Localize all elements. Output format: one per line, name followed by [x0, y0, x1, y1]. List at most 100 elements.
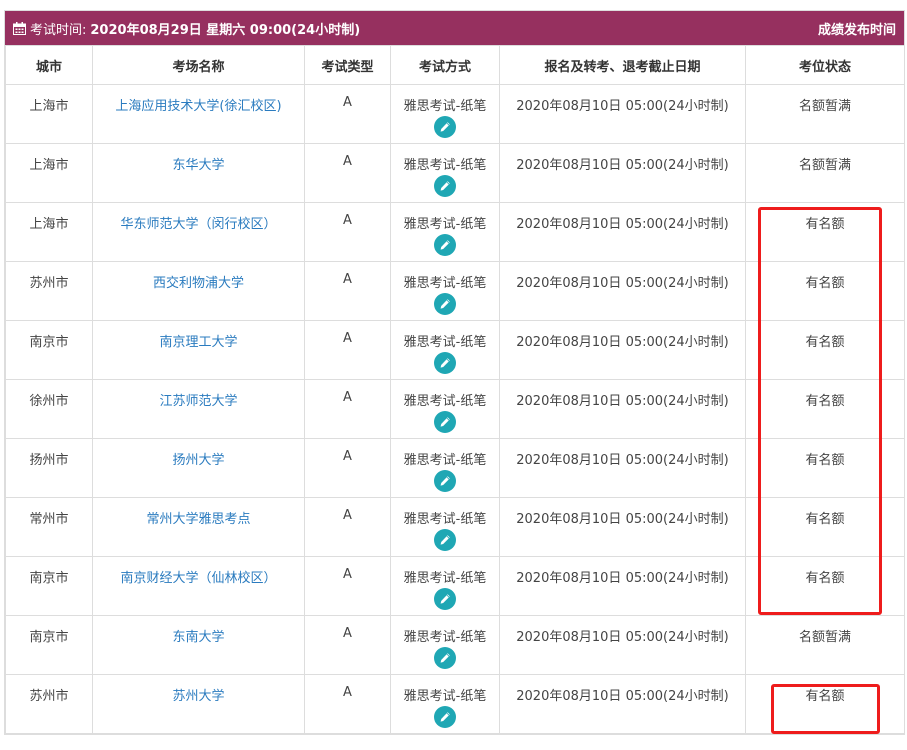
- cell-city: 上海市: [5, 143, 93, 203]
- column-header-mode: 考试方式: [390, 45, 500, 85]
- venue-link[interactable]: 扬州大学: [92, 438, 305, 498]
- mode-label: 雅思考试-纸笔: [403, 217, 487, 232]
- pencil-icon[interactable]: [434, 529, 456, 551]
- cell-deadline: 2020年08月10日 05:00(24小时制): [499, 320, 746, 380]
- venue-link[interactable]: 西交利物浦大学: [92, 261, 305, 321]
- cell-mode: 雅思考试-纸笔: [390, 615, 500, 675]
- cell-type: A: [304, 438, 391, 498]
- mode-label: 雅思考试-纸笔: [403, 571, 487, 586]
- table-row: 徐州市 江苏师范大学 A 雅思考试-纸笔 2020年08月10日 05:00(24小时制…: [5, 379, 905, 439]
- cell-type: A: [304, 615, 391, 675]
- pencil-icon[interactable]: [434, 411, 456, 433]
- venue-link[interactable]: 苏州大学: [92, 674, 305, 734]
- cell-city: 南京市: [5, 556, 93, 616]
- cell-mode: 雅思考试-纸笔: [390, 143, 500, 203]
- cell-city: 南京市: [5, 320, 93, 380]
- cell-deadline: 2020年08月10日 05:00(24小时制): [499, 438, 746, 498]
- cell-city: 苏州市: [5, 674, 93, 734]
- venue-link[interactable]: 华东师范大学（闵行校区）: [92, 202, 305, 262]
- cell-city: 南京市: [5, 615, 93, 675]
- table-row: 上海市 华东师范大学（闵行校区） A 雅思考试-纸笔 2020年08月10日 05:00…: [5, 202, 905, 262]
- cell-city: 苏州市: [5, 261, 93, 321]
- cell-deadline: 2020年08月10日 05:00(24小时制): [499, 379, 746, 439]
- venue-link[interactable]: 东华大学: [92, 143, 305, 203]
- table-row: 苏州市 西交利物浦大学 A 雅思考试-纸笔 2020年08月10日 05:00(24小时…: [5, 261, 905, 321]
- cell-mode: 雅思考试-纸笔: [390, 202, 500, 262]
- cell-type: A: [304, 84, 391, 144]
- mode-label: 雅思考试-纸笔: [403, 394, 487, 409]
- cell-city: 上海市: [5, 84, 93, 144]
- cell-type: A: [304, 320, 391, 380]
- cell-type: A: [304, 143, 391, 203]
- cell-mode: 雅思考试-纸笔: [390, 438, 500, 498]
- pencil-icon[interactable]: [434, 352, 456, 374]
- pencil-icon[interactable]: [434, 470, 456, 492]
- pencil-icon[interactable]: [434, 175, 456, 197]
- cell-mode: 雅思考试-纸笔: [390, 84, 500, 144]
- pencil-icon[interactable]: [434, 234, 456, 256]
- mode-label: 雅思考试-纸笔: [403, 335, 487, 350]
- column-header-status: 考位状态: [745, 45, 905, 85]
- mode-label: 雅思考试-纸笔: [403, 99, 487, 114]
- score-release-link[interactable]: 成绩发布时间: [818, 19, 896, 38]
- cell-status: 有名额: [745, 261, 905, 321]
- column-header-deadline: 报名及转考、退考截止日期: [499, 45, 746, 85]
- cell-deadline: 2020年08月10日 05:00(24小时制): [499, 143, 746, 203]
- cell-deadline: 2020年08月10日 05:00(24小时制): [499, 556, 746, 616]
- exam-venues-table: 城市 考场名称 考试类型 考试方式 报名及转考、退考截止日期 考位状态 上海市上…: [5, 45, 905, 734]
- cell-mode: 雅思考试-纸笔: [390, 497, 500, 557]
- venue-link[interactable]: 江苏师范大学: [92, 379, 305, 439]
- cell-deadline: 2020年08月10日 05:00(24小时制): [499, 497, 746, 557]
- cell-city: 上海市: [5, 202, 93, 262]
- pencil-icon[interactable]: [434, 116, 456, 138]
- cell-city: 常州市: [5, 497, 93, 557]
- mode-label: 雅思考试-纸笔: [403, 630, 487, 645]
- pencil-icon[interactable]: [434, 588, 456, 610]
- exam-datetime: 2020年08月29日 星期六 09:00(24小时制): [90, 22, 361, 38]
- cell-status: 有名额: [745, 497, 905, 557]
- pencil-icon[interactable]: [434, 647, 456, 669]
- cell-status: 名额暂满: [745, 84, 905, 144]
- pencil-icon[interactable]: [434, 706, 456, 728]
- cell-status: 有名额: [745, 320, 905, 380]
- cell-deadline: 2020年08月10日 05:00(24小时制): [499, 261, 746, 321]
- venue-link[interactable]: 南京理工大学: [92, 320, 305, 380]
- table-row: 南京市 南京财经大学（仙林校区） A 雅思考试-纸笔 2020年08月10日 05:00…: [5, 556, 905, 616]
- pencil-icon[interactable]: [434, 293, 456, 315]
- calendar-icon: [13, 21, 26, 35]
- venue-link[interactable]: 南京财经大学（仙林校区）: [92, 556, 305, 616]
- table-row: 上海市 东华大学 A 雅思考试-纸笔 2020年08月10日 05:00(24小时制) 名…: [5, 143, 905, 203]
- table-row: 南京市 东南大学 A 雅思考试-纸笔 2020年08月10日 05:00(24小时制) 名…: [5, 615, 905, 675]
- venue-link[interactable]: 常州大学雅思考点: [92, 497, 305, 557]
- cell-deadline: 2020年08月10日 05:00(24小时制): [499, 202, 746, 262]
- exam-time-label: 考试时间:: [30, 22, 87, 38]
- cell-type: A: [304, 674, 391, 734]
- column-header-type: 考试类型: [304, 45, 391, 85]
- column-header-venue: 考场名称: [92, 45, 305, 85]
- cell-status: 有名额: [745, 674, 905, 734]
- cell-status: 名额暂满: [745, 615, 905, 675]
- mode-label: 雅思考试-纸笔: [403, 453, 487, 468]
- cell-status: 有名额: [745, 379, 905, 439]
- cell-deadline: 2020年08月10日 05:00(24小时制): [499, 674, 746, 734]
- venue-link[interactable]: 东南大学: [92, 615, 305, 675]
- cell-type: A: [304, 497, 391, 557]
- cell-type: A: [304, 261, 391, 321]
- cell-type: A: [304, 202, 391, 262]
- cell-mode: 雅思考试-纸笔: [390, 556, 500, 616]
- mode-label: 雅思考试-纸笔: [403, 276, 487, 291]
- cell-city: 徐州市: [5, 379, 93, 439]
- exam-schedule-panel: 考试时间: 2020年08月29日 星期六 09:00(24小时制) 成绩发布时…: [4, 10, 905, 735]
- cell-type: A: [304, 379, 391, 439]
- cell-status: 有名额: [745, 556, 905, 616]
- cell-city: 扬州市: [5, 438, 93, 498]
- exam-time-header: 考试时间: 2020年08月29日 星期六 09:00(24小时制) 成绩发布时…: [5, 11, 904, 45]
- cell-type: A: [304, 556, 391, 616]
- cell-status: 有名额: [745, 202, 905, 262]
- table-row: 常州市 常州大学雅思考点 A 雅思考试-纸笔 2020年08月10日 05:00(24小…: [5, 497, 905, 557]
- mode-label: 雅思考试-纸笔: [403, 158, 487, 173]
- venue-link[interactable]: 上海应用技术大学(徐汇校区): [92, 84, 305, 144]
- mode-label: 雅思考试-纸笔: [403, 689, 487, 704]
- cell-mode: 雅思考试-纸笔: [390, 320, 500, 380]
- cell-mode: 雅思考试-纸笔: [390, 674, 500, 734]
